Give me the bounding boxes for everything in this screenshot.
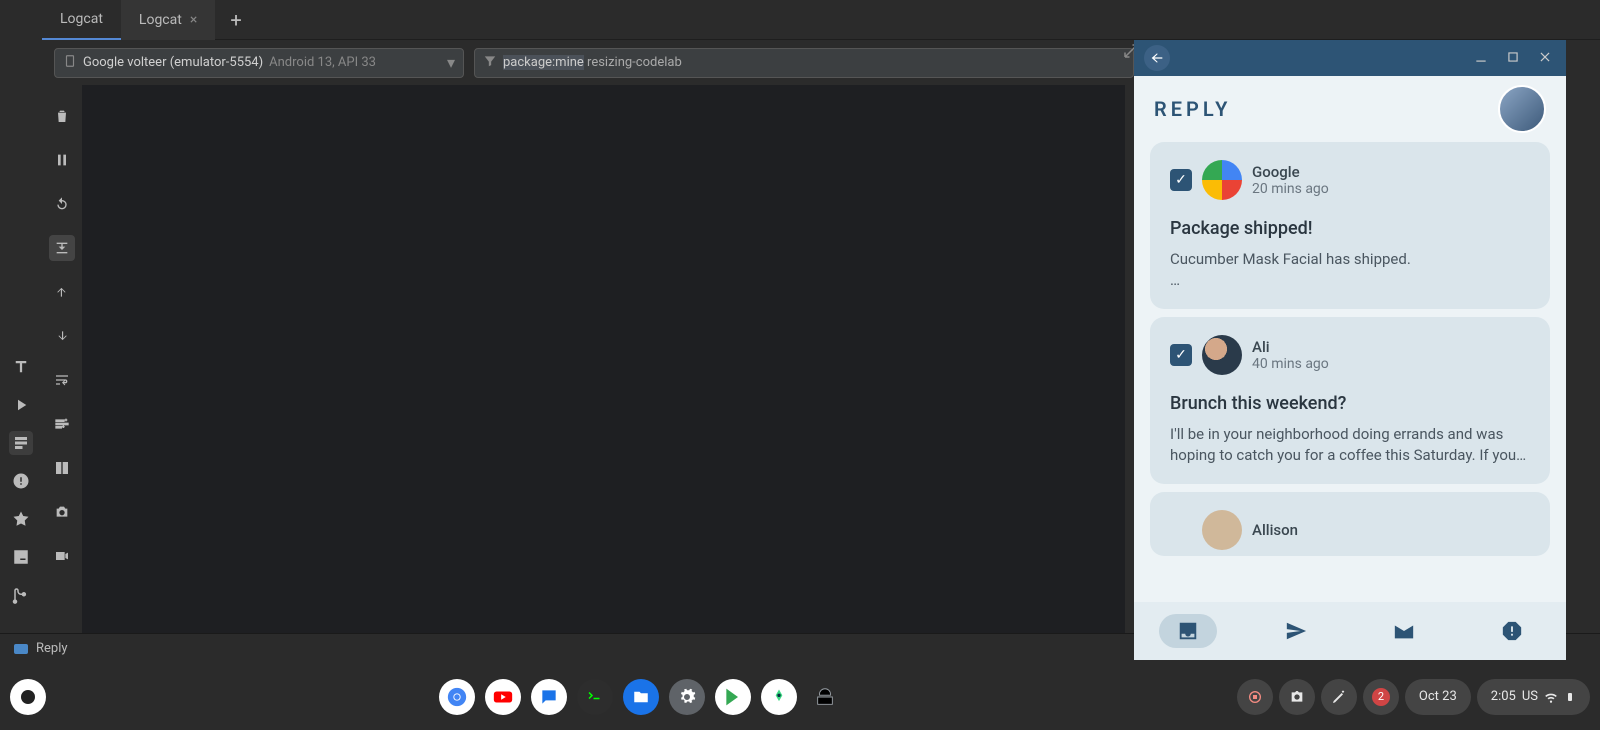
clear-icon[interactable] (49, 103, 75, 129)
filter-input[interactable]: package:mine resizing-codelab (474, 48, 1134, 78)
status-label: Reply (36, 641, 68, 656)
nav-inbox[interactable] (1159, 614, 1217, 648)
emulator-panel: REPLY ✓ Google 20 mins ago Package shipp… (1134, 40, 1566, 660)
close-button[interactable] (1534, 49, 1556, 68)
pen-tray-button[interactable] (1321, 679, 1357, 715)
nav-spam[interactable] (1483, 614, 1541, 648)
android-studio-app[interactable] (761, 679, 797, 715)
pause-icon[interactable] (49, 147, 75, 173)
tab-label: Logcat (60, 11, 103, 27)
text-tool-icon[interactable] (9, 355, 33, 379)
next-icon[interactable] (49, 323, 75, 349)
restart-icon[interactable] (49, 191, 75, 217)
settings-icon[interactable] (49, 411, 75, 437)
add-tab-button[interactable]: + (215, 8, 256, 32)
status-app-icon (14, 644, 28, 654)
close-icon[interactable]: × (190, 12, 197, 28)
nav-drafts[interactable] (1375, 614, 1433, 648)
device-icon (63, 53, 77, 72)
device-selector[interactable]: Google volteer (emulator-5554) Android 1… (54, 48, 464, 78)
emulator-titlebar (1134, 40, 1566, 76)
sender-name: Google (1252, 163, 1329, 181)
os-taskbar: 2 Oct 23 2:05 US (0, 663, 1600, 730)
launcher-button[interactable] (10, 679, 46, 715)
vcs-icon[interactable] (9, 583, 33, 607)
email-card[interactable]: ✓ Google 20 mins ago Package shipped! Cu… (1150, 142, 1550, 309)
app-screen: REPLY ✓ Google 20 mins ago Package shipp… (1134, 76, 1566, 660)
tab-logcat-2[interactable]: Logcat × (121, 0, 215, 40)
record-icon[interactable] (49, 543, 75, 569)
filter-text: package:mine resizing-codelab (503, 55, 682, 70)
date-pill[interactable]: Oct 23 (1405, 679, 1471, 715)
sender-avatar (1202, 510, 1242, 550)
email-subject: Brunch this weekend? (1170, 393, 1530, 414)
screenshot-tray-button[interactable] (1279, 679, 1315, 715)
back-button[interactable] (1144, 45, 1170, 71)
minimize-button[interactable] (1470, 49, 1492, 68)
email-card[interactable]: Allison (1150, 492, 1550, 556)
split-icon[interactable] (49, 455, 75, 481)
terminal-app[interactable] (577, 679, 613, 715)
logcat-tool-icon[interactable] (9, 431, 33, 455)
emulator-app[interactable] (807, 679, 843, 715)
problems-icon[interactable] (9, 469, 33, 493)
status-tray[interactable]: 2:05 US (1477, 679, 1590, 715)
chevron-down-icon: ▾ (447, 53, 455, 72)
notification-count[interactable]: 2 (1363, 679, 1399, 715)
files-app[interactable] (623, 679, 659, 715)
youtube-app[interactable] (485, 679, 521, 715)
bottom-nav (1134, 602, 1566, 660)
device-version: Android 13, API 33 (269, 55, 376, 70)
stop-recording-button[interactable] (1237, 679, 1273, 715)
email-subject: Package shipped! (1170, 218, 1530, 239)
terminal-icon[interactable] (9, 545, 33, 569)
profile-avatar[interactable] (1498, 85, 1546, 133)
app-title: REPLY (1154, 97, 1231, 121)
tab-logcat-1[interactable]: Logcat (42, 0, 121, 40)
nav-sent[interactable] (1267, 614, 1325, 648)
sender-avatar (1202, 160, 1242, 200)
sender-avatar (1202, 335, 1242, 375)
play-icon[interactable] (9, 393, 33, 417)
sender-time: 40 mins ago (1252, 356, 1329, 372)
previous-icon[interactable] (49, 279, 75, 305)
tab-label: Logcat (139, 12, 182, 28)
settings-app[interactable] (669, 679, 705, 715)
screenshot-icon[interactable] (49, 499, 75, 525)
messages-app[interactable] (531, 679, 567, 715)
chrome-app[interactable] (439, 679, 475, 715)
sender-name: Allison (1252, 521, 1298, 539)
log-output[interactable] (82, 85, 1125, 633)
soft-wrap-icon[interactable] (49, 367, 75, 393)
app-quality-icon[interactable] (9, 507, 33, 531)
checkbox-icon[interactable]: ✓ (1170, 344, 1192, 366)
play-store-app[interactable] (715, 679, 751, 715)
scroll-end-icon[interactable] (49, 235, 75, 261)
device-name: Google volteer (emulator-5554) (83, 55, 263, 70)
checkbox-icon[interactable]: ✓ (1170, 169, 1192, 191)
email-body: Cucumber Mask Facial has shipped.… (1170, 249, 1530, 291)
email-body: I'll be in your neighborhood doing erran… (1170, 424, 1530, 466)
sender-name: Ali (1252, 338, 1329, 356)
maximize-button[interactable] (1502, 49, 1524, 68)
email-card[interactable]: ✓ Ali 40 mins ago Brunch this weekend? I… (1150, 317, 1550, 484)
filter-icon (483, 53, 497, 72)
sender-time: 20 mins ago (1252, 181, 1329, 197)
